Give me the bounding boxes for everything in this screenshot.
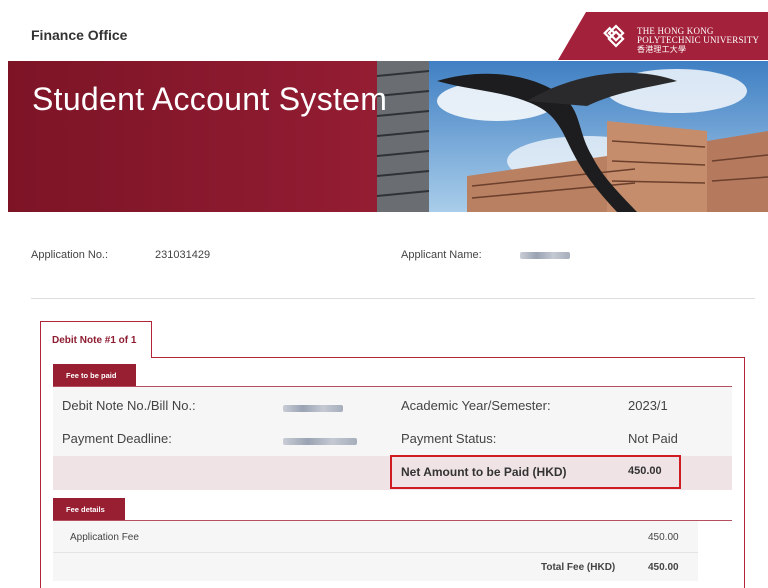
application-no-value: 231031429 [155, 249, 211, 261]
university-name-en-2: Polytechnic University [637, 35, 760, 45]
net-amount-value: 450.00 [628, 465, 662, 477]
redacted-bill-no [283, 405, 343, 413]
tab-debit-note[interactable]: Debit Note #1 of 1 [40, 321, 152, 358]
fee-details-heading: Fee details [53, 498, 125, 520]
university-logo[interactable]: The Hong Kong Polytechnic University 香港理… [558, 12, 768, 60]
page-title: Student Account System [32, 81, 388, 117]
debit-note-no-label: Debit Note No./Bill No.: [62, 398, 196, 413]
fee-item-label: Application Fee [70, 532, 139, 543]
redacted-deadline [283, 438, 357, 446]
fee-item-amount: 450.00 [648, 532, 679, 543]
applicant-name-label: Applicant Name: [401, 249, 482, 261]
applicant-name-value [520, 249, 570, 261]
net-amount-label: Net Amount to be Paid (HKD) [401, 465, 567, 479]
hero-banner: Student Account System [8, 61, 768, 212]
payment-deadline-value [283, 433, 357, 448]
fee-to-be-paid-heading-text: Fee to be paid [66, 371, 117, 380]
academic-year-value: 2023/1 [628, 398, 668, 413]
department-name: Finance Office [31, 27, 128, 43]
university-name-cn: 香港理工大學 [637, 45, 687, 54]
row-separator [53, 552, 698, 553]
fee-details-heading-text: Fee details [66, 505, 105, 514]
divider [31, 298, 755, 299]
payment-deadline-label: Payment Deadline: [62, 431, 172, 446]
payment-status-label: Payment Status: [401, 431, 497, 446]
application-no-label: Application No.: [31, 249, 109, 261]
academic-year-label: Academic Year/Semester: [401, 398, 551, 413]
fee-to-be-paid-heading: Fee to be paid [53, 364, 136, 386]
total-fee-label: Total Fee (HKD) [541, 562, 616, 573]
debit-note-no-value [283, 400, 343, 415]
total-fee-value: 450.00 [648, 562, 679, 573]
university-name: The Hong Kong Polytechnic University 香港理… [637, 27, 760, 55]
table-row [53, 521, 698, 552]
top-header: Finance Office The Hong Kong Polytechnic… [0, 0, 768, 60]
payment-status-value: Not Paid [628, 431, 678, 446]
tab-debit-note-label: Debit Note #1 of 1 [52, 335, 137, 346]
campus-photo [377, 61, 768, 212]
redacted-name [520, 251, 570, 259]
